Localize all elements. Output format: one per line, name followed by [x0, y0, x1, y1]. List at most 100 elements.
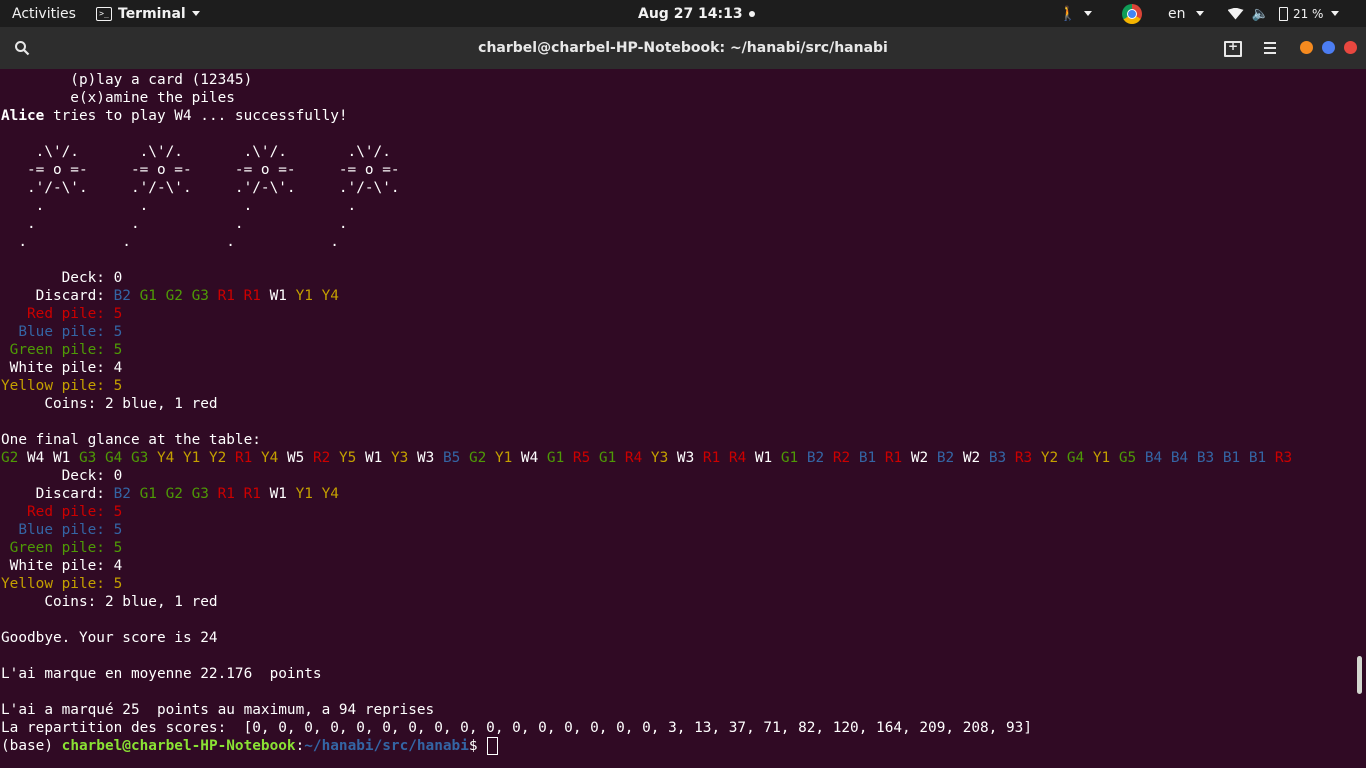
terminal-text: White pile: 4 — [1, 558, 123, 574]
activities-button[interactable]: Activities — [12, 0, 76, 27]
search-button[interactable] — [14, 40, 30, 60]
terminal-line: White pile: 4 — [1, 557, 123, 575]
prompt-line: (base) charbel@charbel-HP-Notebook:~/han… — [1, 737, 499, 755]
terminal-text: Deck: 0 — [1, 468, 123, 484]
terminal-text: G2 — [1, 450, 19, 466]
terminal-line: Deck: 0 — [1, 467, 123, 485]
terminal-text: Alice — [1, 108, 45, 124]
terminal-text: G1 — [780, 450, 799, 466]
terminal-text: W1 — [356, 450, 391, 466]
terminal-text: . . . . — [1, 198, 357, 214]
prompt-dollar: $ — [468, 738, 487, 754]
terminal-text: B2 — [113, 486, 131, 502]
chevron-down-icon — [1331, 11, 1340, 16]
terminal-text: W1 — [260, 288, 296, 304]
terminal-text: Y4 — [321, 288, 339, 304]
terminal-text: G4 — [104, 450, 123, 466]
search-icon — [15, 41, 30, 56]
scrollbar[interactable] — [1357, 656, 1362, 694]
terminal-text: Y5 — [338, 450, 357, 466]
terminal-text: W4 — [512, 450, 547, 466]
terminal-text: W1 — [746, 450, 781, 466]
terminal-text: W3 — [668, 450, 703, 466]
terminal-text: .\'/. .\'/. .\'/. .\'/. — [1, 144, 391, 160]
minimize-button[interactable] — [1300, 41, 1313, 54]
terminal-line: . . . . — [1, 197, 357, 215]
terminal-text: . . . . — [1, 216, 348, 232]
terminal-text: G3 — [191, 288, 209, 304]
terminal-text: Coins: 2 blue, 1 red — [1, 396, 218, 412]
terminal-line: Discard: B2 G1 G2 G3 R1 R1 W1 Y1 Y4 — [1, 485, 339, 503]
maximize-button[interactable] — [1322, 41, 1335, 54]
terminal-text: B2 — [936, 450, 955, 466]
terminal-text: G3 — [78, 450, 97, 466]
language-label[interactable]: en — [1168, 6, 1186, 22]
terminal-headerbar: charbel@charbel-HP-Notebook: ~/hanabi/sr… — [0, 27, 1366, 69]
terminal-text: R4 — [728, 450, 747, 466]
terminal-text: G1 — [139, 486, 157, 502]
terminal-line: Green pile: 5 — [1, 539, 123, 557]
terminal-text: Yellow pile: 5 — [1, 378, 123, 394]
terminal-line: Green pile: 5 — [1, 341, 123, 359]
window-title: charbel@charbel-HP-Notebook: ~/hanabi/sr… — [478, 40, 888, 56]
terminal-text: tries to play W4 ... successfully! — [44, 108, 348, 124]
terminal-text: White pile: 4 — [1, 360, 123, 376]
terminal-line: -= o =- -= o =- -= o =- -= o =- — [1, 161, 400, 179]
terminal-text: e(x)amine the piles — [1, 90, 235, 106]
terminal-line: . . . . — [1, 215, 348, 233]
prompt-env: (base) — [1, 738, 62, 754]
terminal-text: L'ai a marqué 25 points au maximum, a 94… — [1, 702, 435, 718]
wifi-icon[interactable] — [1227, 7, 1244, 20]
terminal-line: Deck: 0 — [1, 269, 123, 287]
terminal-output[interactable]: (p)lay a card (12345) e(x)amine the pile… — [0, 70, 1366, 768]
terminal-line: Blue pile: 5 — [1, 521, 122, 539]
terminal-text: R2 — [832, 450, 851, 466]
battery-icon[interactable] — [1278, 6, 1288, 21]
terminal-text: R1 — [702, 450, 721, 466]
terminal-line: Red pile: 5 — [1, 503, 122, 521]
terminal-line: Yellow pile: 5 — [1, 377, 122, 395]
close-button[interactable] — [1344, 41, 1357, 54]
battery-label: 21 % — [1292, 6, 1324, 21]
terminal-text: Y4 — [260, 450, 279, 466]
activities-label: Activities — [12, 5, 76, 22]
terminal-text: Y3 — [650, 450, 669, 466]
new-tab-button[interactable] — [1224, 39, 1242, 57]
chrome-icon[interactable] — [1122, 3, 1142, 24]
terminal-text: Y1 — [295, 486, 313, 502]
accessibility-icon[interactable]: 🚶 — [1058, 6, 1078, 22]
terminal-text: Discard: — [1, 288, 114, 304]
terminal-text: B5 — [442, 450, 461, 466]
system-tray: 🚶 en 🔈 21 % — [1058, 0, 1340, 27]
volume-icon[interactable]: 🔈 — [1252, 6, 1269, 22]
prompt-user-host: charbel@charbel-HP-Notebook — [61, 738, 296, 754]
terminal-text: W2 — [954, 450, 989, 466]
terminal-text: . . . . — [1, 234, 339, 250]
terminal-text: R5 — [572, 450, 591, 466]
terminal-text: -= o =- -= o =- -= o =- -= o =- — [1, 162, 400, 178]
terminal-text: R1 — [234, 450, 253, 466]
terminal-text: (p)lay a card (12345) — [1, 72, 253, 88]
terminal-line: G2 W4 W1 G3 G4 G3 Y4 Y1 Y2 R1 Y4 W5 R2 Y… — [1, 449, 1292, 467]
prompt-sep: : — [295, 738, 305, 754]
terminal-line: . . . . — [1, 233, 339, 251]
hamburger-menu-button[interactable] — [1264, 42, 1276, 57]
terminal-text: B4 — [1170, 450, 1189, 466]
clock-button[interactable]: Aug 27 14:13 — [638, 0, 755, 27]
app-menu[interactable]: >_ Terminal — [96, 0, 200, 27]
terminal-line: Coins: 2 blue, 1 red — [1, 593, 217, 611]
